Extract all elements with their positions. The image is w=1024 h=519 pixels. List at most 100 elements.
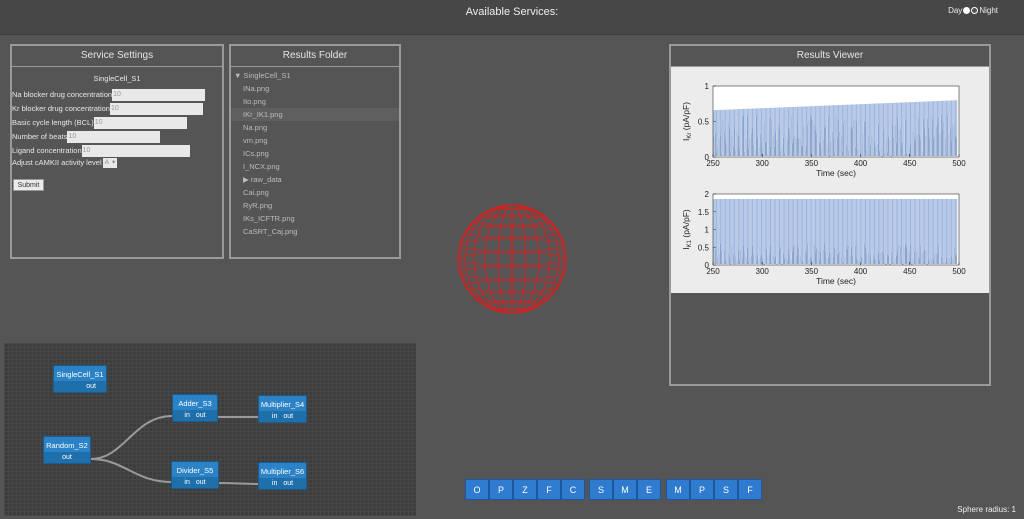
button-p2[interactable]: P — [690, 479, 714, 500]
folder-root-label: SingleCell_S1 — [243, 71, 291, 80]
plot-image: 0 0.5 1 250 300 350 400 450 500 Time (sec) IKr (pA… — [671, 67, 989, 293]
in-port[interactable]: in — [272, 411, 277, 422]
beats-row: Number of beats 10 — [12, 130, 161, 143]
button-e[interactable]: E — [637, 479, 661, 500]
chevron-down-icon: ▾ — [111, 158, 116, 166]
button-group-3: M P S F — [666, 479, 762, 500]
y-axis-label: IK1 (pA/pF) — [681, 209, 693, 250]
file-item[interactable]: RyR.png — [231, 199, 399, 212]
in-port[interactable]: in — [272, 478, 277, 489]
sphere-latitude — [459, 266, 565, 280]
connection-line — [90, 458, 173, 483]
node-multiplier-s4[interactable]: Multiplier_S4 in out — [258, 395, 307, 423]
node-divider-s5[interactable]: Divider_S5 in out — [171, 461, 219, 489]
submit-button[interactable]: Submit — [13, 179, 44, 191]
out-port[interactable]: out — [196, 410, 206, 421]
button-m2[interactable]: M — [666, 479, 690, 500]
page-title: Available Services: — [465, 6, 559, 18]
raw-data-label: raw_data — [250, 175, 282, 184]
bcl-input[interactable]: 10 — [93, 116, 187, 129]
file-item[interactable]: vm.png — [231, 134, 399, 147]
file-item[interactable]: Ito.png — [231, 95, 399, 108]
x-tick-label: 300 — [756, 267, 770, 276]
node-singlecell-s1[interactable]: SingleCell_S1 out — [53, 365, 107, 393]
y-axis-label: IKr (pA/pF) — [681, 102, 693, 141]
button-m[interactable]: M — [613, 479, 637, 500]
results-viewer-panel: Results Viewer 0 0.5 1 250 300 350 400 450 500 Ti… — [669, 44, 991, 386]
x-tick-label: 350 — [805, 159, 819, 168]
bcl-row: Basic cycle length (BCL) 10 — [12, 116, 187, 129]
file-item[interactable]: INa.png — [231, 82, 399, 95]
kr-blocker-input[interactable]: 10 — [109, 102, 203, 115]
beats-input[interactable]: 10 — [67, 130, 161, 143]
out-port[interactable]: out — [196, 477, 206, 488]
workflow-canvas[interactable]: SingleCell_S1 out Random_S2 out Adder_S3… — [4, 343, 416, 516]
kr-blocker-row: Kr blocker drug concentration 10 — [12, 102, 203, 115]
y-tick-label: 0.5 — [698, 243, 710, 252]
sphere-latitude — [459, 238, 565, 252]
folder-item-raw-data[interactable]: ▶ raw_data — [231, 173, 399, 186]
button-f2[interactable]: F — [738, 479, 762, 500]
caret-right-icon: ▶ — [243, 175, 249, 184]
file-item[interactable]: CaSRT_Caj.png — [231, 225, 399, 238]
caret-down-icon: ▼ — [234, 71, 242, 80]
node-ports: in out — [172, 477, 218, 488]
toggle-knob-icon — [963, 7, 971, 14]
file-item-selected[interactable]: IKr_IK1.png — [231, 108, 399, 121]
camkii-select-value: A — [104, 158, 109, 166]
beats-label: Number of beats — [12, 132, 68, 141]
day-night-toggle[interactable]: Day Night — [948, 6, 998, 15]
camkii-row: Adjust cAMKII activity level A ▾ — [12, 156, 118, 169]
file-item[interactable]: I_NCX.png — [231, 160, 399, 173]
node-adder-s3[interactable]: Adder_S3 in out — [172, 394, 218, 422]
button-z[interactable]: Z — [513, 479, 537, 500]
node-ports: out — [44, 452, 90, 463]
x-tick-label: 250 — [706, 159, 720, 168]
in-port[interactable]: in — [184, 477, 189, 488]
service-settings-panel: Service Settings SingleCell_S1 Na blocke… — [10, 44, 224, 259]
results-folder-title: Results Folder — [231, 46, 399, 67]
button-s2[interactable]: S — [714, 479, 738, 500]
button-o[interactable]: O — [465, 479, 489, 500]
in-port[interactable]: in — [184, 410, 189, 421]
button-p[interactable]: P — [489, 479, 513, 500]
x-tick-label: 300 — [756, 159, 770, 168]
button-s[interactable]: S — [589, 479, 613, 500]
results-viewer-title: Results Viewer — [671, 46, 989, 67]
sphere-radius-readout: Sphere radius: 1 — [957, 505, 1016, 514]
wireframe-sphere[interactable] — [456, 203, 568, 315]
camkii-select[interactable]: A ▾ — [102, 157, 118, 168]
out-port[interactable]: out — [86, 381, 96, 392]
file-item[interactable]: Cai.png — [231, 186, 399, 199]
sphere-meridian — [511, 204, 513, 314]
out-port[interactable]: out — [283, 411, 293, 422]
day-label: Day — [948, 6, 963, 15]
node-multiplier-s6[interactable]: Multiplier_S6 in out — [258, 462, 307, 490]
node-ports: in out — [173, 410, 217, 421]
file-item[interactable]: Na.png — [231, 121, 399, 134]
button-f[interactable]: F — [537, 479, 561, 500]
service-settings-subtitle: SingleCell_S1 — [93, 74, 141, 83]
x-tick-label: 400 — [854, 267, 868, 276]
camkii-label: Adjust cAMKII activity level — [12, 158, 102, 167]
button-c[interactable]: C — [561, 479, 585, 500]
night-label: Night — [979, 6, 998, 15]
service-settings-title: Service Settings — [12, 46, 222, 67]
y-tick-label: 2 — [705, 190, 710, 199]
folder-root[interactable]: ▼ SingleCell_S1 — [231, 69, 399, 82]
x-tick-label: 450 — [903, 159, 917, 168]
file-item[interactable]: IKs_ICFTR.png — [231, 212, 399, 225]
sphere-latitude — [464, 279, 560, 293]
na-blocker-row: Na blocker drug concentration 10 — [12, 88, 206, 101]
folder-list: ▼ SingleCell_S1 INa.png Ito.png IKr_IK1.… — [231, 69, 399, 238]
out-port[interactable]: out — [283, 478, 293, 489]
out-port[interactable]: out — [62, 452, 72, 463]
node-name: Multiplier_S4 — [260, 400, 305, 409]
ligand-input[interactable]: 10 — [81, 144, 190, 157]
na-blocker-input[interactable]: 10 — [112, 88, 206, 101]
file-item[interactable]: ICs.png — [231, 147, 399, 160]
bcl-label: Basic cycle length (BCL) — [12, 118, 94, 127]
top-bar: Available Services: Day Night — [0, 0, 1024, 35]
node-random-s2[interactable]: Random_S2 out — [43, 436, 91, 464]
x-tick-label: 350 — [805, 267, 819, 276]
